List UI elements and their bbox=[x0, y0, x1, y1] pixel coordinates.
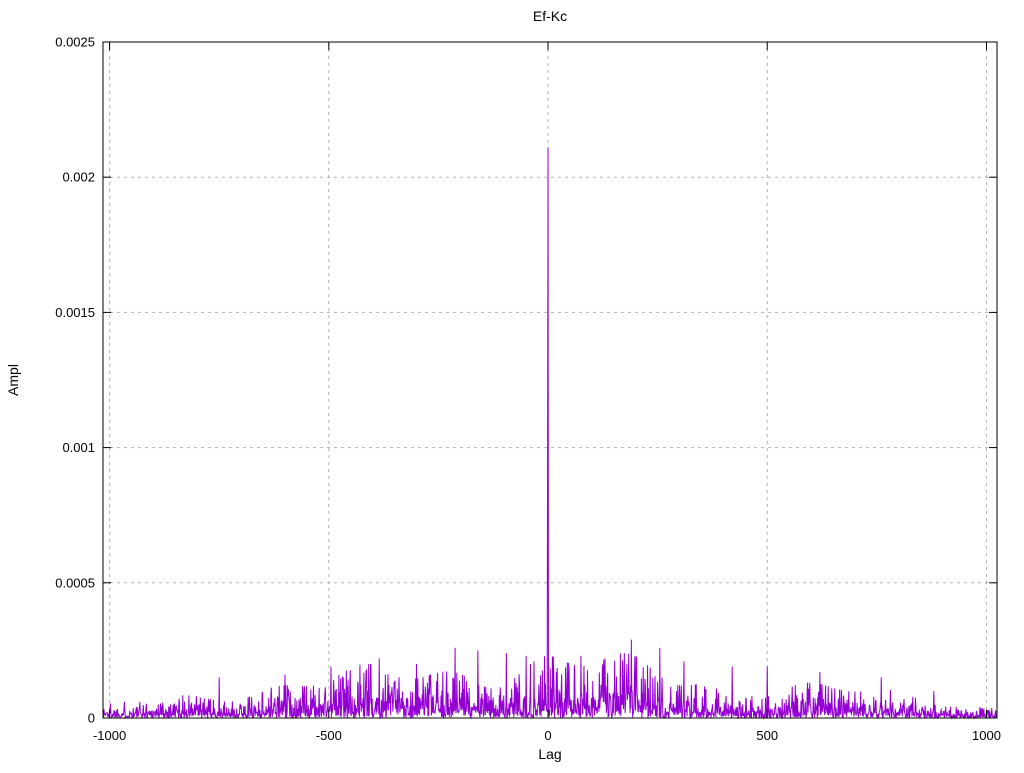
y-axis-label: Ampl bbox=[5, 364, 21, 396]
tick-marks bbox=[103, 41, 997, 719]
y-tick-label: 0.0025 bbox=[55, 35, 95, 50]
x-tick-label: 0 bbox=[544, 728, 551, 743]
plot-border bbox=[102, 41, 998, 719]
x-axis-label: Lag bbox=[538, 746, 562, 762]
y-tick-label: 0 bbox=[88, 711, 95, 726]
y-tick-label: 0.001 bbox=[62, 440, 95, 455]
x-tick-label: -1000 bbox=[93, 728, 126, 743]
chart-figure: Ef-Kc Ampl Lag -1000 -500 0 500 1000 0 0.0005 0… bbox=[0, 0, 1024, 768]
gridlines bbox=[103, 42, 997, 718]
chart-title: Ef-Kc bbox=[532, 8, 568, 24]
y-tick-label: 0.0005 bbox=[55, 575, 95, 590]
y-tick-label: 0.0015 bbox=[55, 305, 95, 320]
y-tick-label: 0.002 bbox=[62, 170, 95, 185]
x-tick-label: -500 bbox=[316, 728, 342, 743]
data-series-line bbox=[102, 147, 998, 720]
correlation-plot: -1000 -500 0 500 1000 0 0.0005 0.001 0.0015 0.002… bbox=[55, 35, 1001, 744]
x-tick-label: 1000 bbox=[972, 728, 1001, 743]
x-tick-label: 500 bbox=[756, 728, 778, 743]
